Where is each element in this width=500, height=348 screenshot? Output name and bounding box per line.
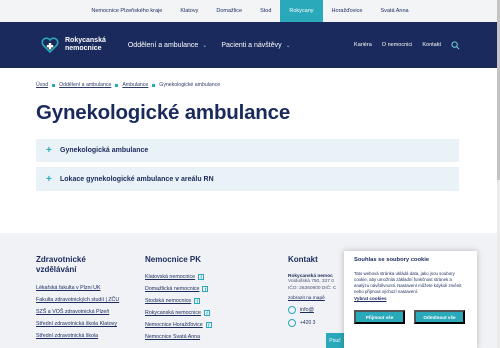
footer-row: Rokycanská nemocnice f xyxy=(145,310,215,316)
plus-icon: + xyxy=(46,145,52,156)
network-link-svata-anna[interactable]: Svatá Anna xyxy=(371,0,417,22)
breadcrumb-separator xyxy=(152,83,156,87)
site-logo[interactable]: Rokycanská nemocnice xyxy=(40,35,106,55)
phone-text: +420 3 xyxy=(300,320,316,326)
contact-ico: IČO: 26360900 DIČ: C xyxy=(288,285,337,291)
footer-education: Zdravotnické vzdělávání Lékařská fakulta… xyxy=(36,255,131,345)
accordion-label: Lokace gynekologické ambulance v areálu … xyxy=(60,175,214,183)
accordion: + Gynekologická ambulance + Lokace gynek… xyxy=(36,139,459,191)
info-tab[interactable]: Pouč xyxy=(326,333,344,348)
footer-link[interactable]: SZŠ a VOŠ zdravotnická Plzeň xyxy=(36,309,131,315)
footer-heading: Zdravotnické vzdělávání xyxy=(36,255,131,275)
footer-link[interactable]: Nemocnice Horažďovice xyxy=(145,322,203,328)
nav-patients-label: Pacienti a návštěvy xyxy=(221,41,282,49)
network-link-horazdovice[interactable]: Horažďovice xyxy=(323,0,372,22)
phone-icon xyxy=(288,319,296,327)
utility-nav: Kariéra O nemocnici Kontakt xyxy=(354,40,460,50)
breadcrumb-current: Gynekologické ambulance xyxy=(159,82,221,88)
cookie-consent-dialog: Souhlas se soubory cookie Tato webová st… xyxy=(344,251,477,348)
contact-email[interactable]: info@ xyxy=(288,306,348,314)
footer-link[interactable]: Stodská nemocnice xyxy=(145,298,191,304)
breadcrumb-home[interactable]: Úvod xyxy=(36,82,48,88)
cookie-text: Tato webová stránka ukládá data, jako js… xyxy=(354,271,462,294)
nav-departments[interactable]: Oddělení a ambulance ⌄ xyxy=(128,42,207,49)
footer-link[interactable]: Lékařská fakulta v Plzni UK xyxy=(36,285,131,291)
logo-line2: nemocnice xyxy=(65,45,102,52)
facebook-icon[interactable]: f xyxy=(194,298,201,304)
facebook-icon[interactable]: f xyxy=(198,274,205,280)
network-link-pk[interactable]: Nemocnice Plzeňského kraje xyxy=(82,0,171,22)
footer-row: Domažlická nemocnice f xyxy=(145,286,215,292)
accordion-item[interactable]: + Gynekologická ambulance xyxy=(36,139,459,162)
breadcrumb: Úvod Oddělení a ambulance Ambulance Gyne… xyxy=(0,68,500,88)
chevron-down-icon: ⌄ xyxy=(285,42,291,49)
nav-contact[interactable]: Kontakt xyxy=(422,42,441,48)
search-icon[interactable] xyxy=(451,40,460,50)
footer-list: Klatovská nemocnice f Domažlická nemocnic… xyxy=(145,274,215,340)
heart-cross-logo-icon xyxy=(41,37,59,54)
footer-link[interactable]: Nemocnice Svatá Anna xyxy=(145,334,200,340)
network-bar: Nemocnice Plzeňského kraje Klatovy Domaž… xyxy=(0,0,500,22)
network-link-rokycany[interactable]: Rokycany xyxy=(280,0,323,22)
footer-link[interactable]: Rokycanská nemocnice xyxy=(145,310,201,316)
accordion-label: Gynekologická ambulance xyxy=(60,147,149,154)
footer-row: Nemocnice Horažďovice f xyxy=(145,322,215,328)
mail-icon xyxy=(288,306,296,314)
plus-icon: + xyxy=(46,173,52,185)
map-link[interactable]: zobrazit na mapě xyxy=(288,296,348,301)
cookie-buttons: Přijmout vše Odmítnout vše xyxy=(354,310,467,324)
contact-phone[interactable]: +420 3 xyxy=(288,319,348,327)
footer-row: Stodská nemocnice f xyxy=(145,298,215,304)
facebook-icon[interactable]: f xyxy=(205,322,212,328)
footer-hospitals: Nemocnice PK Klatovská nemocnice f Domažl… xyxy=(145,255,215,346)
choose-cookies-link[interactable]: Vybrat cookies xyxy=(354,296,467,301)
footer-row: Nemocnice Svatá Anna xyxy=(145,334,215,340)
nav-patients[interactable]: Pacienti a návštěvy ⌄ xyxy=(221,42,290,49)
footer-link[interactable]: Fakulta zdravotnických studií | ZČU xyxy=(36,297,131,303)
nav-about[interactable]: O nemocnici xyxy=(382,42,413,48)
footer-heading: Kontakt xyxy=(288,255,318,264)
footer-heading-line: vzdělávání xyxy=(36,265,77,274)
site-header: Rokycanská nemocnice Oddělení a ambulanc… xyxy=(0,22,500,68)
breadcrumb-departments[interactable]: Oddělení a ambulance xyxy=(59,82,111,88)
accordion-item[interactable]: + Lokace gynekologické ambulance v areál… xyxy=(36,167,459,191)
footer-heading-line: Zdravotnické xyxy=(36,255,86,264)
network-link-stod[interactable]: Stod xyxy=(251,0,280,22)
chevron-down-icon: ⌄ xyxy=(202,42,208,49)
logo-text: Rokycanská nemocnice xyxy=(65,37,106,53)
logo-line1: Rokycanská xyxy=(65,37,106,44)
breadcrumb-ambulance[interactable]: Ambulance xyxy=(122,82,148,88)
breadcrumb-separator xyxy=(115,83,119,87)
nav-career[interactable]: Kariéra xyxy=(354,42,372,48)
footer-heading: Nemocnice PK xyxy=(145,255,202,264)
network-link-domazlice[interactable]: Domažlice xyxy=(207,0,251,22)
page-title: Gynekologické ambulance xyxy=(36,101,291,124)
cookie-title: Souhlas se soubory cookie xyxy=(354,257,430,263)
breadcrumb-separator xyxy=(52,83,56,87)
main-nav: Oddělení a ambulance ⌄ Pacienti a návštěv… xyxy=(128,42,291,49)
footer-link[interactable]: Domažlická nemocnice xyxy=(145,286,199,292)
footer-link[interactable]: Klatovská nemocnice xyxy=(145,274,195,280)
footer-link[interactable]: Střední zdravotnická škola xyxy=(36,333,131,339)
footer-row: Klatovská nemocnice f xyxy=(145,274,215,280)
footer-list: Lékařská fakulta v Plzni UK Fakulta zdra… xyxy=(36,285,131,339)
email-text: info@ xyxy=(300,307,314,313)
accept-all-button[interactable]: Přijmout vše xyxy=(354,310,405,324)
facebook-icon[interactable]: f xyxy=(202,286,209,292)
footer-link[interactable]: Střední zdravotnická škola Klatovy xyxy=(36,321,131,327)
facebook-icon[interactable]: f xyxy=(203,310,210,316)
reject-all-button[interactable]: Odmítnout vše xyxy=(414,310,465,324)
footer-contact: Kontakt Rokycanská nemoc Voldušská 750, … xyxy=(288,255,348,327)
network-link-klatovy[interactable]: Klatovy xyxy=(171,0,207,22)
nav-departments-label: Oddělení a ambulance xyxy=(127,41,199,49)
